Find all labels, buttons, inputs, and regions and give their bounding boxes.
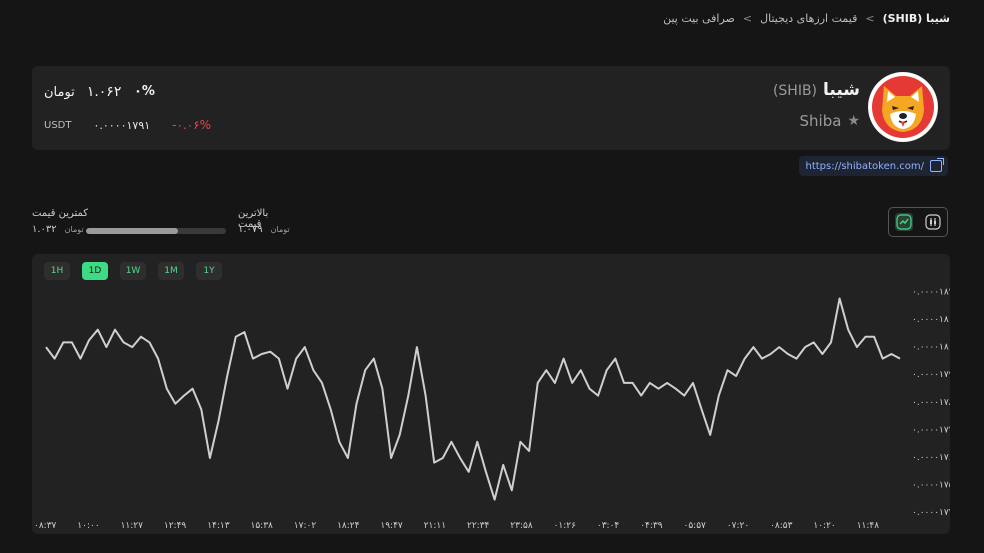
high-price-unit: تومان [270, 225, 290, 234]
timeframe-selector: 1H 1D 1W 1M 1Y [44, 262, 222, 280]
timeframe-1y-button[interactable]: 1Y [196, 262, 222, 280]
y-tick-label: ۰.۰۰۰۰۱۷۴ [912, 508, 950, 518]
x-tick-label: ۱۷:۰۲ [294, 521, 317, 531]
usdt-label: USDT [44, 119, 72, 131]
x-tick-label: ۱۲:۴۹ [164, 521, 187, 531]
x-tick-label: ۱۱:۴۸ [857, 521, 880, 531]
toman-price: تومان ۱.۰۶۲ [44, 84, 121, 100]
candlestick-icon[interactable] [924, 213, 942, 231]
low-price-value: ۱.۰۳۲ تومان [32, 224, 84, 235]
x-tick-label: ۰۸:۵۳ [770, 521, 793, 531]
shiba-inu-logo-icon [868, 72, 938, 142]
breadcrumb-separator: > [865, 12, 875, 25]
toman-change: ۰% [134, 84, 155, 99]
x-tick-label: ۰۴:۳۹ [640, 521, 663, 531]
x-tick-label: ۱۰:۲۰ [813, 521, 835, 531]
y-tick-label: ۰.۰۰۰۰۱۷۵ [912, 480, 950, 490]
x-tick-label: ۲۲:۳۴ [467, 521, 490, 531]
timeframe-1m-button[interactable]: 1M [158, 262, 184, 280]
y-tick-label: ۰.۰۰۰۰۱۷۹ [912, 370, 950, 380]
usdt-change: -۰.۰۶% [172, 118, 212, 132]
coin-name-row: Shiba ★ [800, 112, 860, 130]
x-tick-label: ۲۳:۵۸ [510, 521, 533, 531]
x-tick-label: ۱۹:۴۷ [380, 521, 403, 531]
price-range: کمترین قیمت بالاترین قیمت ۱.۰۳۲ تومان ۱.… [32, 206, 292, 236]
low-price-unit: تومان [64, 225, 84, 234]
x-tick-label: ۲۱:۱۱ [424, 521, 446, 531]
price-range-fill [86, 228, 179, 234]
y-tick-label: ۰.۰۰۰۰۱۷۸ [912, 398, 950, 408]
timeframe-1d-button[interactable]: 1D [82, 262, 108, 280]
external-link-icon [930, 158, 944, 172]
high-price-number: ۱.۰۷۹ [238, 224, 263, 235]
breadcrumb-separator: > [742, 12, 753, 25]
price-series-line [45, 297, 901, 501]
x-tick-label: ۰۵:۵۷ [684, 521, 707, 531]
chart-view-toggle [888, 207, 948, 237]
timeframe-1w-button[interactable]: 1W [120, 262, 146, 280]
coin-info-card: (SHIB) شیبا Shiba ★ تومان ۱.۰۶۲ ۰% USDT … [32, 66, 950, 150]
x-tick-label: ۰۱:۲۶ [554, 521, 577, 531]
timeframe-1h-button[interactable]: 1H [44, 262, 70, 280]
website-link[interactable]: https://shibatoken.com/ [799, 156, 948, 176]
price-chart-card: ۰.۰۰۰۰۱۸۲ ۰.۰۰۰۰۱۸۱ ۰.۰۰۰۰۱۸ ۰.۰۰۰۰۱۷۹ ۰.۰۰۰… [32, 254, 950, 534]
website-url: https://shibatoken.com/ [805, 160, 924, 172]
y-tick-label: ۰.۰۰۰۰۱۷۷ [912, 425, 950, 435]
y-tick-label: ۰.۰۰۰۰۱۸ [912, 343, 949, 353]
breadcrumb: صرافی بیت پین > قیمت ارزهای دیجیتال > شی… [663, 12, 950, 25]
low-price-number: ۱.۰۳۲ [32, 224, 57, 235]
high-price-value: ۱.۰۷۹ تومان [238, 224, 290, 235]
toman-unit: تومان [44, 85, 75, 100]
line-chart-icon[interactable] [894, 213, 913, 231]
y-tick-label: ۰.۰۰۰۰۱۸۲ [912, 288, 950, 298]
toman-value: ۱.۰۶۲ [86, 84, 122, 100]
x-tick-label: ۰۸:۳۷ [34, 521, 57, 531]
y-tick-label: ۰.۰۰۰۰۱۸۱ [912, 315, 950, 325]
price-line-chart[interactable]: ۰.۰۰۰۰۱۸۲ ۰.۰۰۰۰۱۸۱ ۰.۰۰۰۰۱۸ ۰.۰۰۰۰۱۷۹ ۰.۰۰۰… [32, 254, 950, 534]
x-tick-label: ۱۰:۰۰ [77, 521, 99, 531]
coin-title: (SHIB) شیبا [773, 80, 860, 100]
low-price-label: کمترین قیمت [32, 208, 89, 219]
breadcrumb-item-prices[interactable]: قیمت ارزهای دیجیتال [760, 12, 857, 25]
breadcrumb-item-exchange[interactable]: صرافی بیت پین [663, 12, 735, 25]
x-tick-label: ۱۵:۳۸ [251, 521, 274, 531]
coin-symbol: (SHIB) [772, 83, 818, 99]
breadcrumb-item-current: شیبا (SHIB) [882, 12, 950, 25]
x-tick-label: ۰۳:۰۴ [597, 521, 620, 531]
x-tick-label: ۱۱:۲۷ [121, 521, 144, 531]
price-range-bar [86, 228, 226, 234]
x-tick-label: ۱۴:۱۳ [207, 521, 230, 531]
usdt-value: ۰.۰۰۰۰۱۷۹۱ [93, 118, 151, 132]
x-tick-label: ۱۸:۲۴ [337, 521, 360, 531]
coin-name-en: Shiba [799, 112, 842, 130]
y-tick-label: ۰.۰۰۰۰۱۷۶ [912, 453, 950, 463]
coin-name-fa: شیبا [823, 80, 860, 100]
usdt-price-row: USDT ۰.۰۰۰۰۱۷۹۱ -۰.۰۶% [44, 118, 211, 132]
star-icon[interactable]: ★ [847, 113, 860, 129]
x-tick-label: ۰۷:۲۰ [727, 521, 749, 531]
